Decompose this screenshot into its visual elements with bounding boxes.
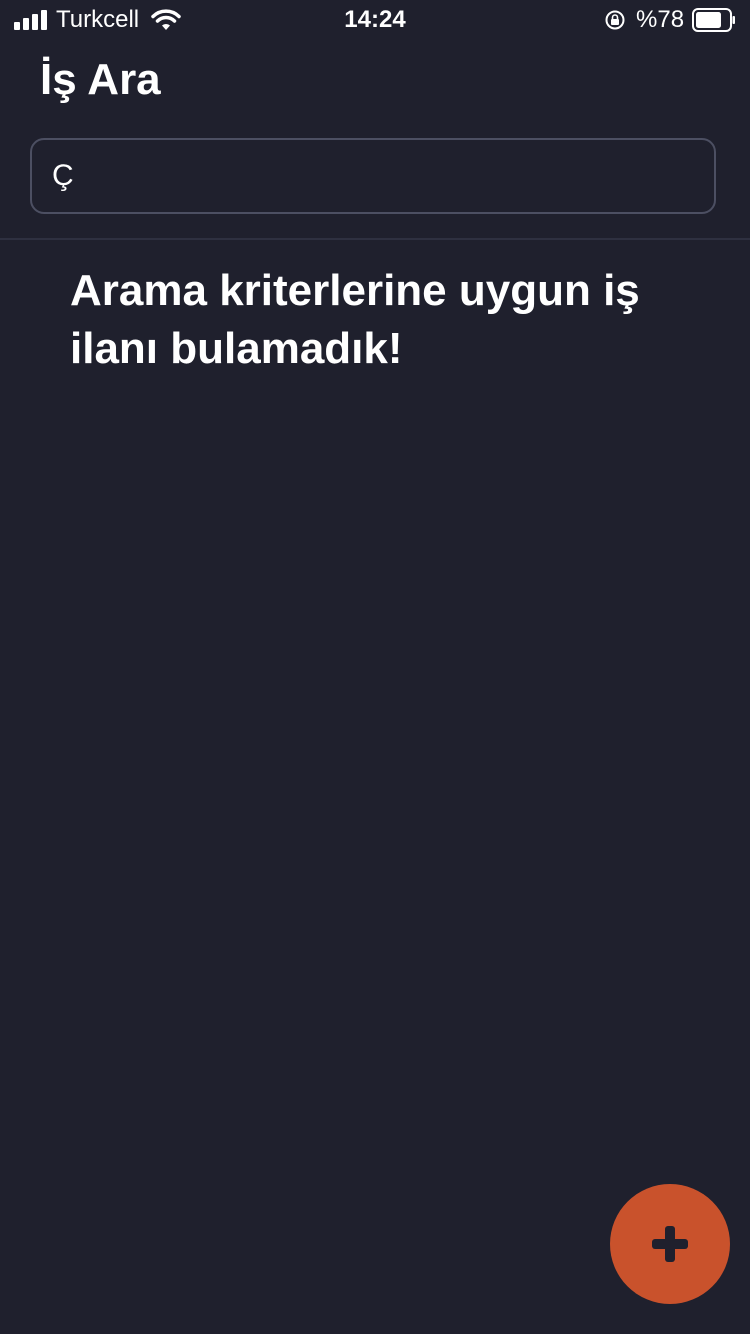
page-title: İş Ara [40,55,161,104]
search-box[interactable] [30,138,716,214]
job-search-screen: Turkcell 14:24 %78 İş Ara Arama kriterle… [0,0,750,1334]
plus-icon [652,1226,688,1262]
battery-icon [692,8,735,32]
add-job-button[interactable] [610,1184,730,1304]
rotation-lock-icon [605,10,625,30]
divider [0,238,750,240]
status-bar: Turkcell 14:24 %78 [0,0,750,40]
search-input[interactable] [52,150,692,202]
empty-results-message: Arama kriterlerine uygun iş ilanı bulama… [70,266,640,373]
battery-percent: %78 [636,6,685,33]
